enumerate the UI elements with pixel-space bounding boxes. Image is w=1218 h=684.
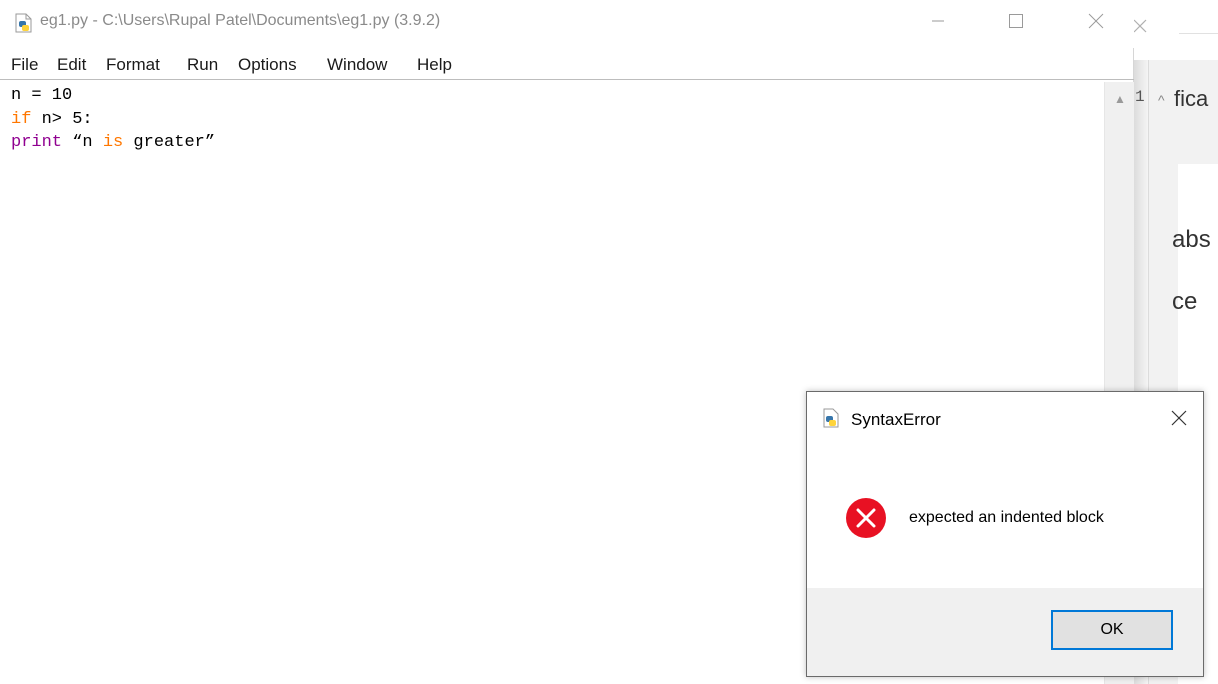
background-caret-up-icon: ^ (1158, 92, 1165, 108)
background-text: ce (1172, 288, 1198, 315)
minimize-icon (932, 20, 944, 22)
error-icon (846, 498, 886, 538)
menu-edit[interactable]: Edit (57, 55, 86, 75)
window-title: eg1.py - C:\Users\Rupal Patel\Documents\… (40, 12, 441, 29)
python-icon (823, 408, 839, 428)
background-text: abs (1172, 226, 1211, 253)
python-file-icon (15, 13, 32, 33)
keyword-token: if (11, 110, 32, 129)
minimize-button[interactable] (910, 0, 966, 42)
background-text: fica (1174, 86, 1209, 111)
code-line: n = 10 (11, 86, 72, 105)
menu-bar: File Edit Format Run Options Window Help (0, 52, 1134, 80)
dialog-close-icon[interactable] (1167, 406, 1191, 430)
menu-format[interactable]: Format (106, 55, 160, 75)
code-token: n = 10 (11, 86, 73, 105)
scroll-up-icon[interactable]: ▲ (1114, 92, 1126, 106)
menu-help[interactable]: Help (417, 55, 452, 75)
menu-run[interactable]: Run (187, 55, 218, 75)
error-message: expected an indented block (909, 509, 1104, 526)
maximize-icon (1009, 14, 1023, 28)
menu-window[interactable]: Window (327, 55, 387, 75)
code-token: n> 5: (31, 110, 93, 129)
close-button[interactable] (1068, 0, 1124, 42)
code-token: “n (62, 133, 103, 152)
menu-file[interactable]: File (11, 55, 38, 75)
title-bar[interactable]: eg1.py - C:\Users\Rupal Patel\Documents\… (0, 0, 1134, 48)
code-line: if n> 5: (11, 110, 93, 129)
ok-button[interactable]: OK (1051, 610, 1173, 650)
keyword-token: is (102, 133, 124, 152)
code-line: print “n is greater” (11, 133, 215, 152)
code-token: greater” (123, 133, 216, 152)
syntax-error-dialog: SyntaxError expected an indented block O… (806, 391, 1204, 677)
close-icon (1088, 13, 1104, 29)
dialog-title: SyntaxError (851, 410, 941, 429)
background-divider (1179, 33, 1218, 34)
builtin-token: print (11, 133, 63, 152)
maximize-button[interactable] (988, 0, 1044, 42)
background-caret-letter: 1 (1135, 88, 1145, 106)
dialog-title-bar[interactable]: SyntaxError (807, 392, 1203, 444)
menu-options[interactable]: Options (238, 55, 297, 75)
dialog-footer: OK (807, 588, 1203, 676)
